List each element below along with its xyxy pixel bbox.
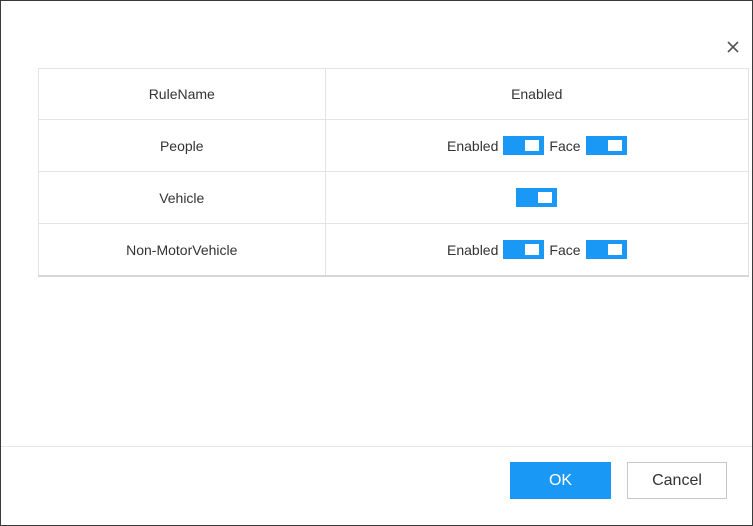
vehicle-enabled-toggle[interactable] (516, 188, 558, 207)
header-enabled: Enabled (324, 68, 750, 120)
header-rulename: RuleName (38, 68, 326, 120)
rule-controls-vehicle (324, 171, 750, 224)
toggle-knob (525, 140, 540, 151)
rule-name-non-motor-vehicle: Non-MotorVehicle (38, 223, 326, 277)
toggle-knob (525, 244, 540, 255)
cancel-button[interactable]: Cancel (627, 462, 727, 499)
rule-controls-people: Enabled Face (324, 119, 750, 172)
face-label: Face (549, 241, 581, 258)
table-header-row: RuleName Enabled (38, 68, 750, 120)
non-motor-enabled-toggle[interactable] (503, 240, 545, 259)
rule-config-dialog: RuleName Enabled People Enabled Face Veh… (0, 0, 753, 526)
close-button[interactable] (725, 39, 741, 55)
toggle-knob (538, 192, 553, 203)
toggle-knob (607, 244, 622, 255)
rule-name-vehicle: Vehicle (38, 171, 326, 224)
rule-name-people: People (38, 119, 326, 172)
toggle-knob (607, 140, 622, 151)
table-row: People Enabled Face (38, 119, 750, 172)
rules-table: RuleName Enabled People Enabled Face Veh… (38, 68, 750, 277)
footer-divider (1, 446, 752, 447)
people-enabled-toggle[interactable] (503, 136, 545, 155)
ok-button[interactable]: OK (510, 462, 611, 499)
non-motor-face-toggle[interactable] (585, 240, 627, 259)
table-row: Non-MotorVehicle Enabled Face (38, 223, 750, 277)
face-label: Face (549, 137, 581, 154)
enabled-label: Enabled (447, 137, 499, 154)
people-face-toggle[interactable] (585, 136, 627, 155)
enabled-label: Enabled (447, 241, 499, 258)
table-row: Vehicle (38, 171, 750, 224)
rule-controls-non-motor-vehicle: Enabled Face (324, 223, 750, 277)
close-icon (727, 41, 739, 53)
